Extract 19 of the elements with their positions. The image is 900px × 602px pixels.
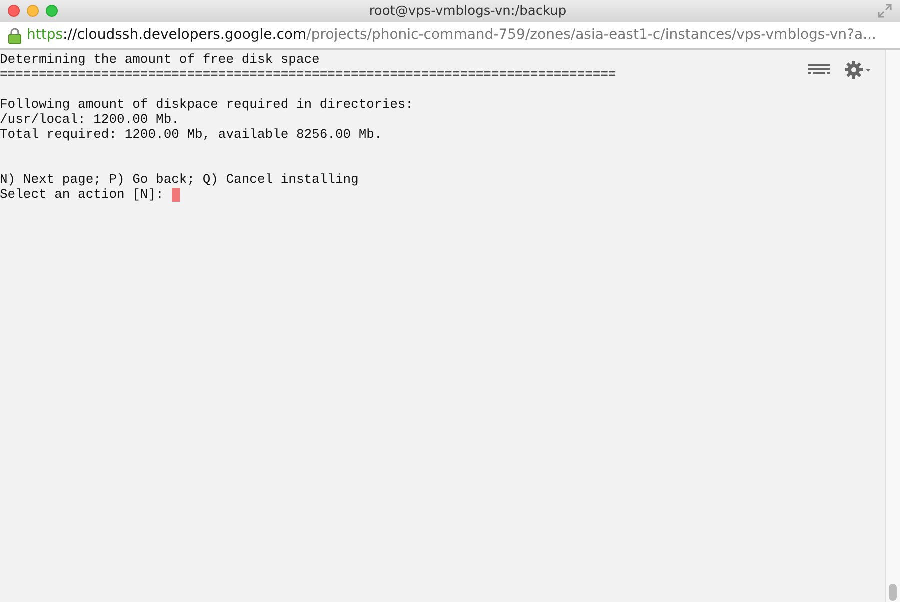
scrollbar[interactable]	[885, 50, 900, 602]
url-text: https://cloudssh.developers.google.com/projects/phonic-command-759/zones/asia-east1-c/instances/vps-vmblogs-vn?a...	[27, 27, 876, 43]
lock-icon	[8, 26, 22, 44]
settings-icon[interactable]	[844, 60, 872, 80]
window-title: root@vps-vmblogs-vn:/backup	[368, 4, 568, 18]
text-cursor	[172, 188, 180, 202]
terminal-line: N) Next page; P) Go back; Q) Cancel installing	[0, 172, 359, 187]
terminal-line: Determining the amount of free disk space	[0, 52, 320, 67]
minimize-button[interactable]	[27, 5, 39, 17]
address-bar[interactable]: https://cloudssh.developers.google.com/projects/phonic-command-759/zones/asia-east1-c/instances/vps-vmblogs-vn?a...	[0, 22, 900, 50]
terminal-line: Total required: 1200.00 Mb, available 8256.00 Mb.	[0, 127, 382, 142]
zoom-button[interactable]	[46, 5, 58, 17]
close-button[interactable]	[8, 5, 20, 17]
fullscreen-icon[interactable]	[878, 4, 892, 18]
terminal-line: Following amount of diskpace required in directories:	[0, 97, 414, 112]
terminal-line: /usr/local: 1200.00 Mb.	[0, 112, 180, 127]
keyboard-icon[interactable]	[808, 64, 830, 76]
terminal-prompt: Select an action [N]:	[0, 187, 164, 202]
terminal-line: ===============================================================================	[0, 67, 616, 82]
